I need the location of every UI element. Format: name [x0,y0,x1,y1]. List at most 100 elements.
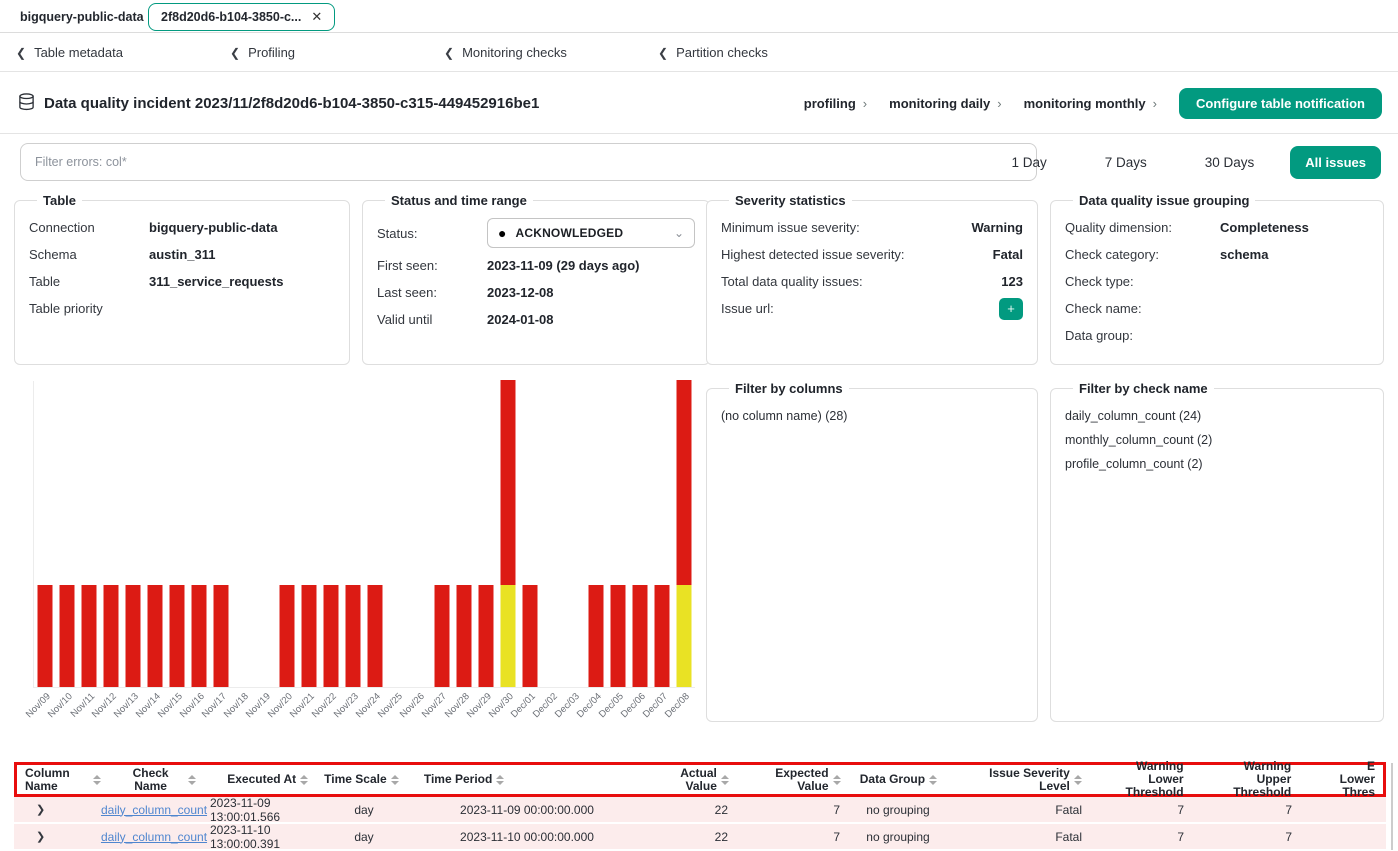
stacked-bar[interactable] [302,585,317,687]
column-header-issue-severity-level[interactable]: Issue Severity Level [948,765,1090,794]
vertical-scrollbar[interactable] [1391,763,1393,850]
row-expander-icon[interactable]: ❯ [22,803,45,816]
chart-bar-slot: Nov/14 [144,381,166,687]
column-header-actual-value[interactable]: Actual Value [641,765,737,794]
bar-segment-fatal [214,585,229,687]
stacked-bar[interactable] [500,380,515,687]
header-link-profiling[interactable]: profiling › [804,96,867,111]
column-header-label: Column Name [25,767,89,793]
check-filter-item[interactable]: profile_column_count (2) [1065,452,1369,476]
row-expander-icon[interactable]: ❯ [22,830,45,843]
stacked-bar[interactable] [478,585,493,687]
column-header-executed-at[interactable]: Executed At [204,765,316,794]
close-icon[interactable]: ✕ [311,9,322,25]
stacked-bar[interactable] [456,585,471,687]
stacked-bar[interactable] [434,585,449,687]
nav-item-partition-checks[interactable]: ❮ Partition checks [658,45,872,60]
chart-bar-slot: Nov/15 [166,381,188,687]
sort-icon[interactable] [721,775,729,785]
add-issue-url-button[interactable]: + [999,298,1023,320]
column-header-label: Check Name [117,767,185,793]
column-header-time-scale[interactable]: Time Scale [316,765,416,794]
range-button-7-days[interactable]: 7 Days [1083,155,1169,170]
sort-icon[interactable] [496,775,504,785]
check-filter-item[interactable]: daily_column_count (24) [1065,404,1369,428]
nav-item-table-metadata[interactable]: ❮ Table metadata [16,45,230,60]
column-header-label: ELower Thres [1307,760,1375,799]
bar-segment-fatal [148,585,163,687]
bar-segment-fatal [170,585,185,687]
stacked-bar[interactable] [280,585,295,687]
table-cell: 22 [640,797,736,822]
column-header-warning-upper-threshold: WarningUpper Threshold [1192,765,1300,794]
bar-segment-fatal [192,585,207,687]
stacked-bar[interactable] [324,585,339,687]
stacked-bar[interactable] [192,585,207,687]
nav-item-profiling[interactable]: ❮ Profiling [230,45,444,60]
check-name-link[interactable]: daily_column_count [101,830,207,844]
range-button-30-days[interactable]: 30 Days [1183,155,1277,170]
stacked-bar[interactable] [368,585,383,687]
check-name-link[interactable]: daily_column_count [101,803,207,817]
stacked-bar[interactable] [610,585,625,687]
chevron-right-icon: › [1153,96,1157,111]
panel-title: Filter by columns [729,381,849,396]
panel-row: Table 311_service_requests [29,268,335,295]
sort-icon[interactable] [391,775,399,785]
column-header-expected-value[interactable]: Expected Value [737,765,849,794]
check-filter-item[interactable]: monthly_column_count (2) [1065,428,1369,452]
stacked-bar[interactable] [214,585,229,687]
stacked-bar[interactable] [346,585,361,687]
chevron-right-icon: › [997,96,1001,111]
configure-table-notification-button[interactable]: Configure table notification [1179,88,1382,119]
column-header-label: Time Scale [324,773,386,786]
stacked-bar[interactable] [148,585,163,687]
column-filter-item[interactable]: (no column name) (28) [721,404,1023,428]
panel-row: Minimum issue severity: Warning [721,214,1023,241]
header-link-monitoring-daily[interactable]: monitoring daily › [889,96,1001,111]
panel-severity-body: Minimum issue severity: Warning Highest … [721,214,1023,295]
status-dot-icon: ● [498,226,506,240]
sort-icon[interactable] [188,775,196,785]
stacked-bar[interactable] [522,585,537,687]
stacked-bar[interactable] [126,585,141,687]
column-header-check-name[interactable]: Check Name [109,765,205,794]
table-cell: 22 [640,824,736,849]
stacked-bar[interactable] [82,585,97,687]
chart-bar-slot: Nov/20 [276,381,298,687]
stacked-bar[interactable] [654,585,669,687]
stacked-bar[interactable] [170,585,185,687]
column-header-time-period[interactable]: Time Period [416,765,641,794]
sort-icon[interactable] [300,775,308,785]
nav-item-monitoring-checks[interactable]: ❮ Monitoring checks [444,45,658,60]
stacked-bar[interactable] [38,585,53,687]
chevron-left-icon: ❮ [16,46,26,60]
stacked-bar[interactable] [588,585,603,687]
bar-segment-fatal [478,585,493,687]
all-issues-button[interactable]: All issues [1290,146,1381,179]
stacked-bar[interactable] [676,380,691,687]
chevron-left-icon: ❮ [658,46,668,60]
status-dropdown[interactable]: ● ACKNOWLEDGED ⌄ [487,218,695,248]
row-value: austin_311 [149,247,216,262]
panel-title: Severity statistics [729,193,852,208]
chart-bar-slot: Nov/16 [188,381,210,687]
panel-grouping-body: Quality dimension: Completeness Check ca… [1065,214,1369,349]
sort-icon[interactable] [1074,775,1082,785]
panel-filter-check-name: Filter by check name daily_column_count … [1050,381,1384,722]
bar-segment-fatal [126,585,141,687]
range-button-1-day[interactable]: 1 Day [989,155,1068,170]
column-header-data-group[interactable]: Data Group [849,765,949,794]
stacked-bar[interactable] [104,585,119,687]
sort-icon[interactable] [929,775,937,785]
filter-errors-input[interactable] [20,143,1037,181]
header-link-monitoring-monthly[interactable]: monitoring monthly › [1024,96,1157,111]
bar-segment-fatal [346,585,361,687]
sort-icon[interactable] [93,775,101,785]
column-header-column-name[interactable]: Column Name [17,765,109,794]
stacked-bar[interactable] [60,585,75,687]
stacked-bar[interactable] [632,585,647,687]
sort-icon[interactable] [833,775,841,785]
chart-bar-slot: Nov/26 [409,381,431,687]
tab-incident[interactable]: 2f8d20d6-b104-3850-c... ✕ [148,3,335,31]
